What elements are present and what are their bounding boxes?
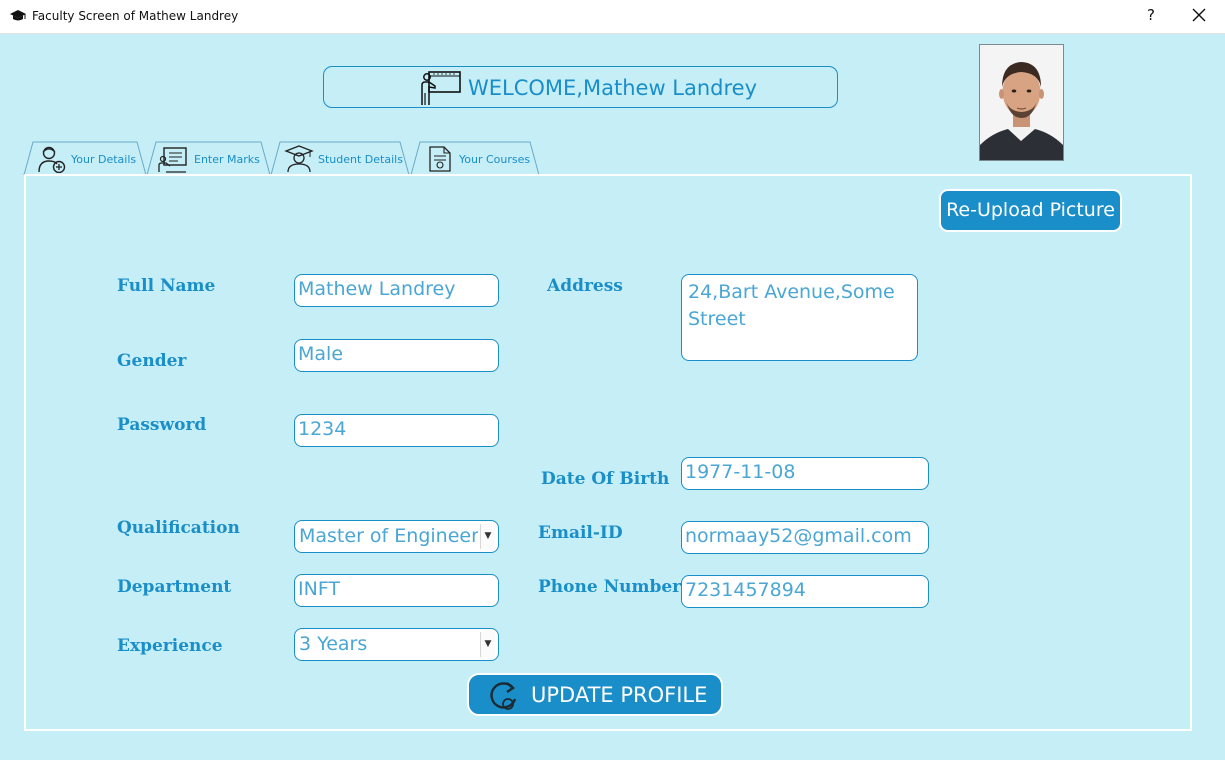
refresh-icon <box>490 682 517 710</box>
welcome-text: WELCOME,Mathew Landrey <box>468 76 758 100</box>
full-name-label: Full Name <box>117 276 216 296</box>
faculty-photo <box>979 44 1064 161</box>
password-field[interactable]: 1234 <box>294 414 499 447</box>
department-field[interactable]: INFT <box>294 574 499 607</box>
tab-your-details[interactable]: Your Details <box>23 141 147 175</box>
experience-label: Experience <box>117 636 223 656</box>
full-name-field[interactable]: Mathew Landrey <box>294 274 499 307</box>
help-button[interactable]: ? <box>1143 6 1159 24</box>
title-bar: Faculty Screen of Mathew Landrey ? <box>0 0 1225 34</box>
welcome-banner: WELCOME,Mathew Landrey <box>323 66 838 108</box>
address-label: Address <box>547 276 623 296</box>
graduation-cap-icon <box>10 10 26 21</box>
teacher-board-icon <box>421 71 461 105</box>
close-icon[interactable] <box>1189 5 1209 25</box>
qualification-value: Master of Engineeri <box>299 525 478 547</box>
department-label: Department <box>117 577 232 597</box>
dob-label: Date Of Birth <box>541 469 670 489</box>
experience-select[interactable]: 3 Years ▼ <box>294 628 499 661</box>
presentation-board-icon <box>158 147 187 173</box>
tab-label: Enter Marks <box>194 153 260 166</box>
user-add-icon <box>38 146 66 173</box>
chevron-down-icon[interactable]: ▼ <box>480 632 495 657</box>
gender-label: Gender <box>117 351 187 371</box>
tab-label: Your Details <box>71 153 137 166</box>
tab-student-details[interactable]: Student Details <box>270 141 410 175</box>
faculty-window: Faculty Screen of Mathew Landrey ? WELCO… <box>0 0 1225 760</box>
gender-field[interactable]: Male <box>294 339 499 372</box>
chevron-down-icon[interactable]: ▼ <box>480 524 495 549</box>
tab-your-courses[interactable]: Your Courses <box>410 141 540 175</box>
qualification-label: Qualification <box>117 518 240 538</box>
experience-value: 3 Years <box>299 633 368 655</box>
address-field[interactable]: 24,Bart Avenue,Some Street <box>681 274 918 361</box>
tab-label: Student Details <box>318 153 403 166</box>
phone-field[interactable]: 7231457894 <box>681 575 929 608</box>
dob-field[interactable]: 1977-11-08 <box>681 457 929 490</box>
qualification-select[interactable]: Master of Engineeri ▼ <box>294 520 499 553</box>
tab-label: Your Courses <box>459 153 531 166</box>
password-label: Password <box>117 415 207 435</box>
tab-enter-marks[interactable]: Enter Marks <box>146 141 271 175</box>
phone-label: Phone Number <box>538 577 682 597</box>
course-document-icon <box>429 146 451 172</box>
portrait-image <box>980 45 1063 160</box>
reupload-picture-button[interactable]: Re-Upload Picture <box>939 189 1122 232</box>
update-profile-button[interactable]: UPDATE PROFILE <box>467 673 723 716</box>
window-title: Faculty Screen of Mathew Landrey <box>32 9 239 23</box>
email-field[interactable]: normaay52@gmail.com <box>681 521 929 554</box>
update-profile-label: UPDATE PROFILE <box>531 683 708 707</box>
student-graduate-icon <box>284 145 314 173</box>
email-label: Email-ID <box>538 523 623 543</box>
